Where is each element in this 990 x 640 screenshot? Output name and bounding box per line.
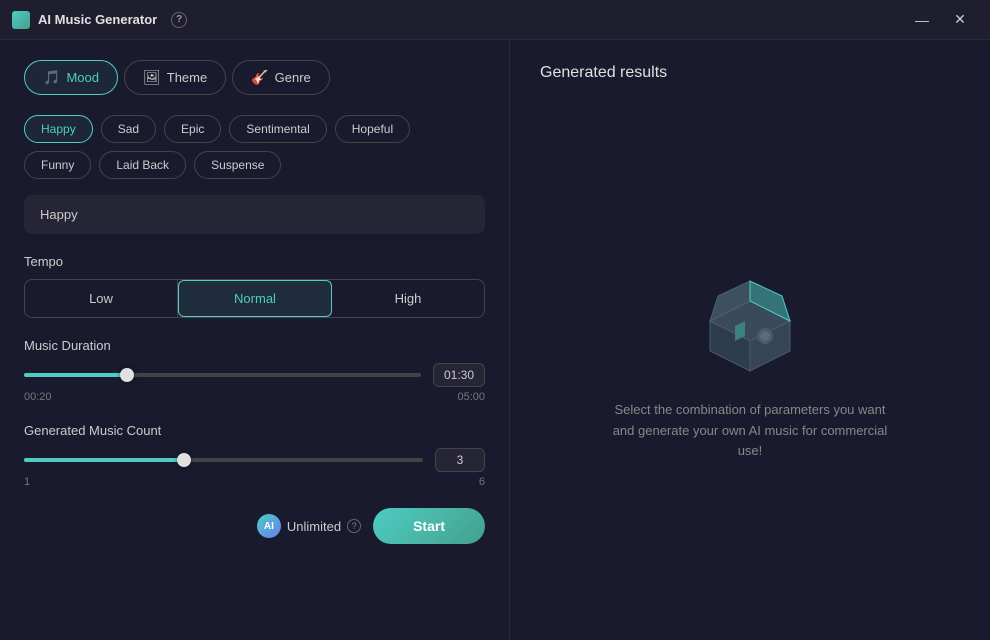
music-count-fill (24, 458, 184, 462)
unlimited-badge: AI Unlimited ? (257, 514, 361, 538)
tempo-low[interactable]: Low (25, 280, 178, 317)
music-duration-section: Music Duration 01:30 00:20 05:00 (24, 338, 485, 403)
selected-mood-text: Happy (40, 207, 78, 222)
duration-max-label: 05:00 (457, 391, 485, 403)
selected-mood-display: Happy (24, 195, 485, 234)
placeholder-text: Select the combination of parameters you… (610, 400, 890, 462)
results-title: Generated results (540, 64, 960, 82)
mood-chip-funny[interactable]: Funny (24, 151, 91, 179)
results-placeholder: Select the combination of parameters you… (540, 112, 960, 616)
tempo-options: Low Normal High (24, 279, 485, 318)
mood-chip-hopeful[interactable]: Hopeful (335, 115, 410, 143)
left-panel: 🎵 Mood 🖼 Theme 🎸 Genre Happy Sad Epic Se… (0, 40, 510, 640)
tab-genre[interactable]: 🎸 Genre (232, 60, 330, 95)
unlimited-info-icon[interactable]: ? (347, 519, 361, 533)
music-duration-slider-row: 01:30 (24, 363, 485, 387)
music-count-labels: 1 6 (24, 476, 485, 488)
main-content: 🎵 Mood 🖼 Theme 🎸 Genre Happy Sad Epic Se… (0, 40, 990, 640)
tab-genre-label: Genre (275, 70, 311, 85)
music-duration-fill (24, 373, 127, 377)
tab-row: 🎵 Mood 🖼 Theme 🎸 Genre (24, 60, 485, 95)
box-illustration (690, 266, 810, 376)
duration-min-label: 00:20 (24, 391, 52, 403)
app-title-text: AI Music Generator (38, 12, 157, 27)
minimize-button[interactable]: — (904, 5, 940, 35)
mood-chip-laid-back[interactable]: Laid Back (99, 151, 186, 179)
tab-theme-label: Theme (167, 70, 207, 85)
tempo-high[interactable]: High (332, 280, 484, 317)
tab-mood-label: Mood (66, 70, 99, 85)
mood-chip-sad[interactable]: Sad (101, 115, 156, 143)
music-count-thumb[interactable] (177, 453, 191, 467)
mood-chip-grid: Happy Sad Epic Sentimental Hopeful Funny… (24, 115, 485, 179)
count-max-label: 6 (479, 476, 485, 488)
help-icon[interactable]: ? (171, 12, 187, 28)
titlebar: AI Music Generator ? — ✕ (0, 0, 990, 40)
mood-tab-icon: 🎵 (43, 69, 60, 86)
music-count-label: Generated Music Count (24, 423, 485, 438)
tab-theme[interactable]: 🖼 Theme (124, 60, 226, 95)
count-min-label: 1 (24, 476, 30, 488)
unlimited-icon: AI (257, 514, 281, 538)
mood-chip-happy[interactable]: Happy (24, 115, 93, 143)
music-duration-track[interactable] (24, 373, 421, 377)
music-duration-thumb[interactable] (120, 368, 134, 382)
music-duration-label: Music Duration (24, 338, 485, 353)
music-duration-value: 01:30 (433, 363, 485, 387)
music-duration-labels: 00:20 05:00 (24, 391, 485, 403)
genre-tab-icon: 🎸 (251, 69, 268, 86)
start-button[interactable]: Start (373, 508, 485, 544)
unlimited-label: Unlimited (287, 519, 341, 534)
mood-chip-epic[interactable]: Epic (164, 115, 221, 143)
window-controls: — ✕ (904, 5, 978, 35)
app-title: AI Music Generator ? (12, 11, 187, 29)
tempo-normal[interactable]: Normal (178, 280, 332, 317)
mood-chip-suspense[interactable]: Suspense (194, 151, 281, 179)
tempo-label: Tempo (24, 254, 485, 269)
right-panel: Generated results Select the combination… (510, 40, 990, 640)
bottom-row: AI Unlimited ? Start (24, 508, 485, 544)
tab-mood[interactable]: 🎵 Mood (24, 60, 118, 95)
music-count-track[interactable] (24, 458, 423, 462)
music-count-slider-row: 3 (24, 448, 485, 472)
unlimited-icon-text: AI (264, 521, 274, 532)
close-button[interactable]: ✕ (942, 5, 978, 35)
music-count-value: 3 (435, 448, 485, 472)
theme-tab-icon: 🖼 (143, 69, 161, 86)
app-icon (12, 11, 30, 29)
mood-chip-sentimental[interactable]: Sentimental (229, 115, 326, 143)
music-count-section: Generated Music Count 3 1 6 (24, 423, 485, 488)
